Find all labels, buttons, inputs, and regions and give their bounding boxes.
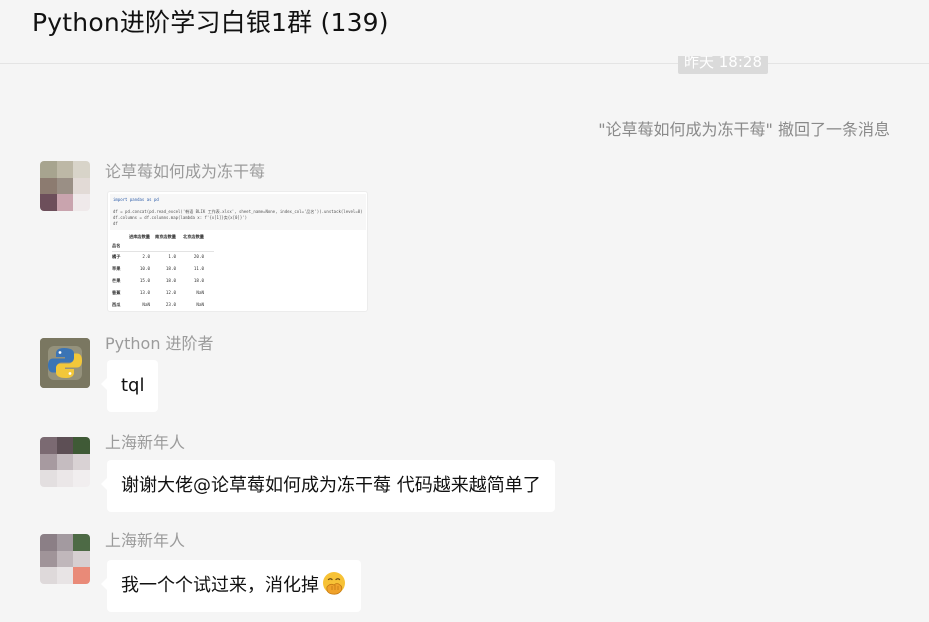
column-header: 北京店数量 [183,234,204,239]
table-cell: NaN [196,290,204,295]
avatar[interactable] [40,534,90,584]
message-text: 我一个个试过来，消化掉 [121,575,319,596]
table-row: 苹果 10.0 18.0 11.0 [112,264,222,274]
timestamp-container: 昨天 18:28 [678,56,778,78]
table-cell: 1.0 [168,254,176,259]
row-label: 苹果 [112,266,121,271]
message-timestamp: 昨天 18:28 [678,56,768,74]
chat-header: Python进阶学习白银1群 (139) [0,0,929,64]
row-label: 橘子 [112,254,121,259]
avatar[interactable] [40,161,90,211]
message-bubble[interactable]: 我一个个试过来，消化掉 [101,560,361,612]
code-line: import pandas as pd [113,197,159,202]
table-row: 橘子 2.0 1.0 20.0 [112,252,222,262]
table-cell: 15.0 [139,278,150,283]
sender-name: 上海新年人 [105,531,186,550]
table-index-name: 品名 [112,243,121,248]
table-cell: 18.0 [193,278,204,283]
table-cell: 18.0 [165,266,176,271]
row-label: 西瓜 [112,302,121,307]
table-row: 芒果 15.0 18.0 18.0 [112,276,222,286]
table-cell: NaN [196,302,204,307]
message-text: 谢谢大佬@论草莓如何成为冻干莓 代码越来越简单了 [121,475,541,496]
table-cell: 13.0 [139,290,150,295]
table-row: 香蕉 13.0 12.0 NaN [112,288,222,298]
code-line: df = pd.concat(pd.read_excel('韩语 BLIK 工作… [113,209,363,214]
message-bubble[interactable]: 谢谢大佬@论草莓如何成为冻干莓 代码越来越简单了 [101,460,555,512]
chat-title[interactable]: Python进阶学习白银1群 (139) [32,3,389,39]
table-cell: 12.0 [165,290,176,295]
avatar[interactable] [40,437,90,487]
table-cell: 18.0 [165,278,176,283]
row-label: 芒果 [112,278,121,283]
message-bubble[interactable]: tql [100,360,159,412]
chat-window: Python进阶学习白银1群 (139) 昨天 18:28 "论草莓如何成为冻干… [0,0,929,622]
table-cell: 10.0 [139,266,150,271]
table-cell: 23.0 [165,302,176,307]
code-block: import pandas as pd df = pd.concat(pd.re… [110,194,366,230]
table-cell: 11.0 [193,266,204,271]
code-line: df [113,221,118,226]
sender-name: 论草莓如何成为冻干莓 [105,162,266,181]
row-label: 香蕉 [112,290,121,295]
table-cell: 2.0 [142,254,150,259]
table-row: 西瓜 NaN 23.0 NaN [112,300,222,310]
recall-notice: "论草莓如何成为冻干莓" 撤回了一条消息 [598,120,890,139]
sender-name: 上海新年人 [105,433,186,452]
hand-over-mouth-face-icon [323,572,345,595]
table-header-row: 进库店数量 南京店数量 北京店数量 [112,232,222,242]
code-screenshot-image[interactable]: import pandas as pd df = pd.concat(pd.re… [107,191,368,312]
table-cell: NaN [142,302,150,307]
table-cell: 20.0 [193,254,204,259]
avatar[interactable] [40,338,90,388]
python-logo-icon [40,338,90,388]
column-header: 进库店数量 [129,234,150,239]
column-header: 南京店数量 [155,234,176,239]
sender-name: Python 进阶者 [105,334,214,353]
message-text: tql [121,375,145,396]
code-line: df.columns = df.columns.map(lambda x: f'… [113,215,248,220]
